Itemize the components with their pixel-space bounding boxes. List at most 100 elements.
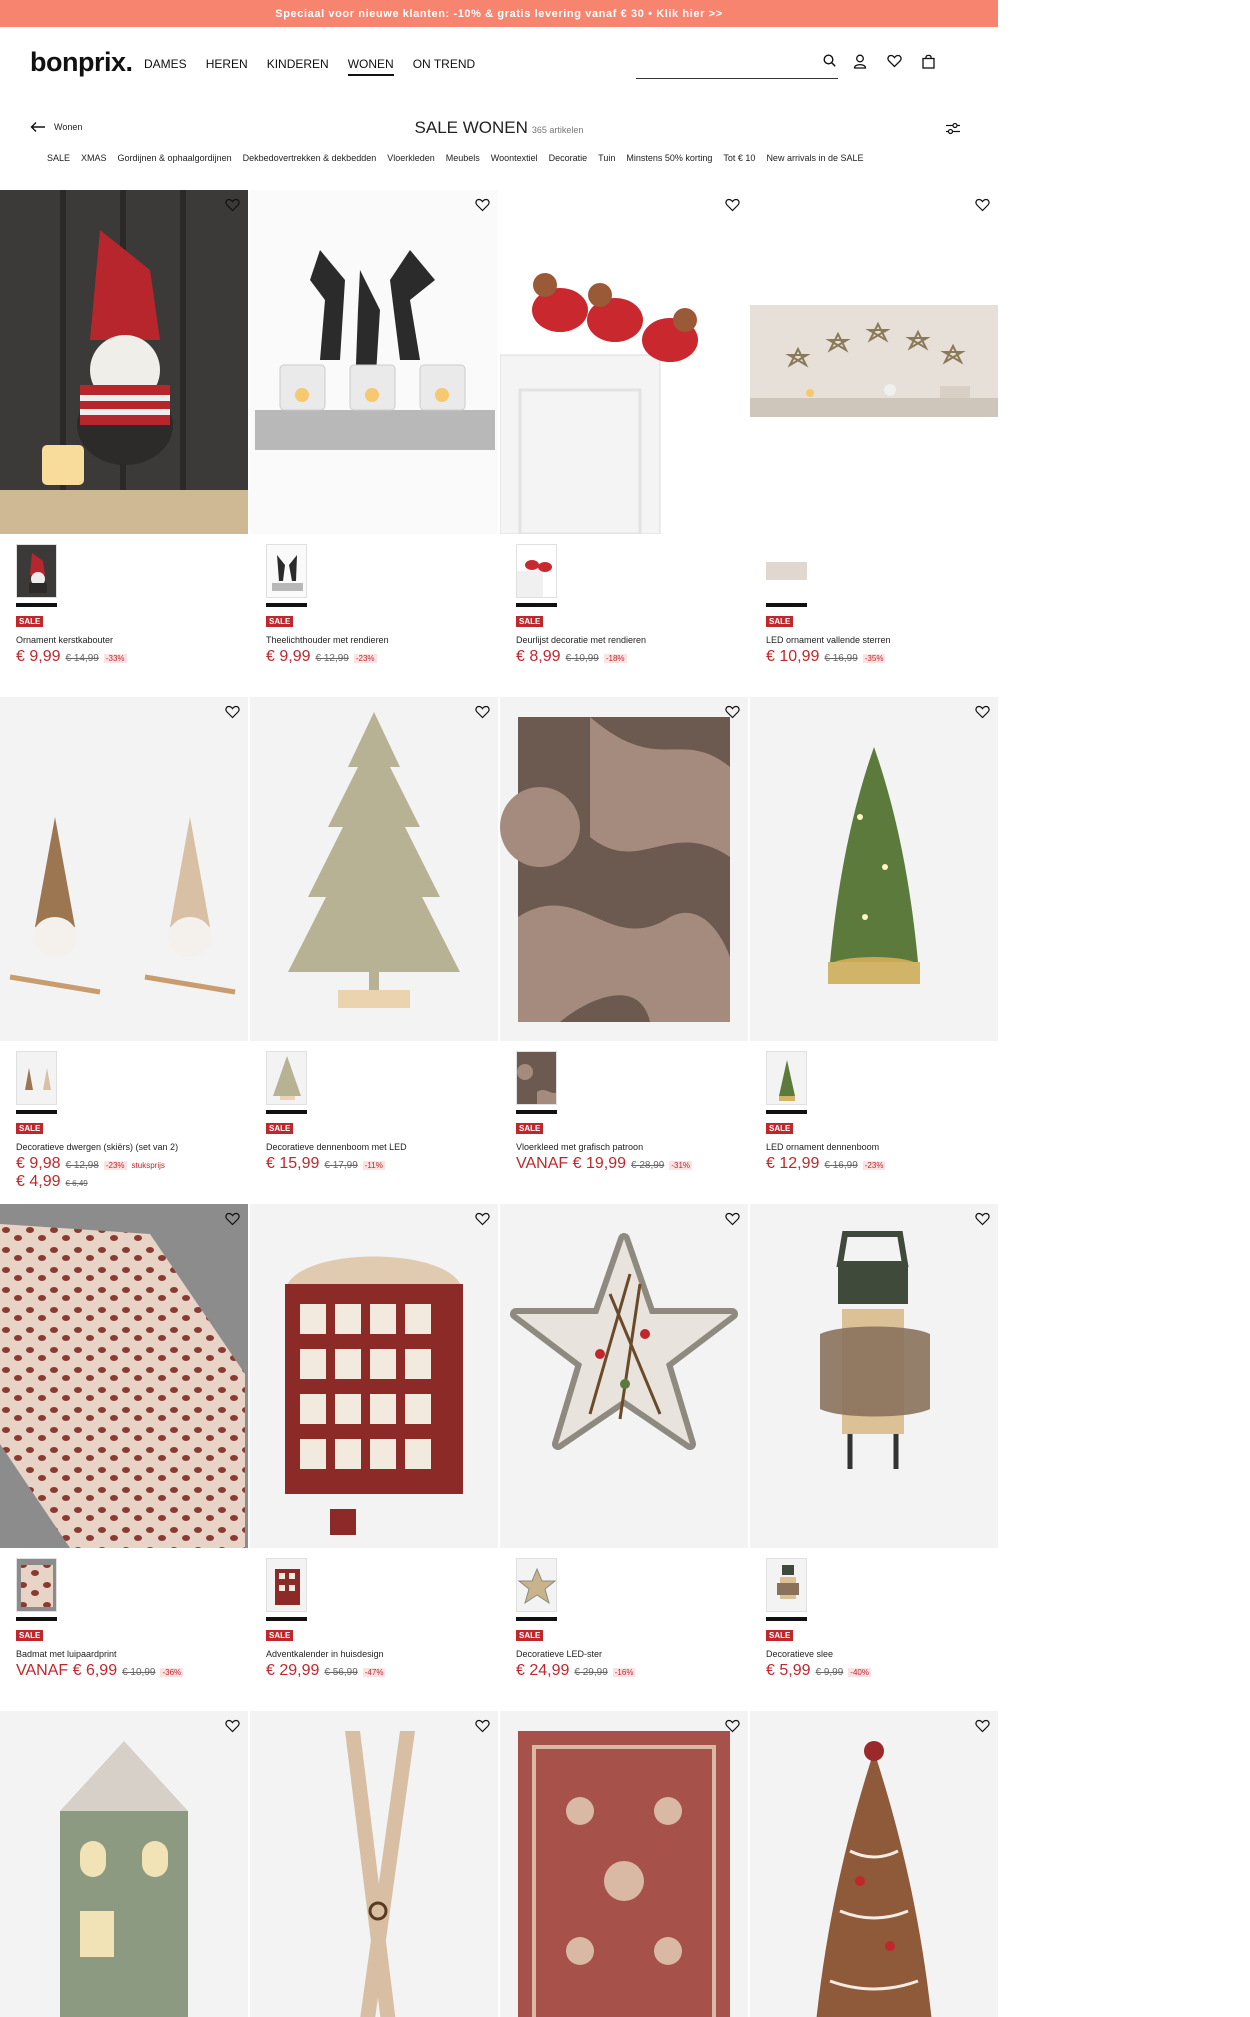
article-count: 365 artikelen xyxy=(531,125,584,135)
color-thumbnail[interactable] xyxy=(16,1051,57,1105)
product-image[interactable] xyxy=(750,697,998,1041)
color-thumbnail[interactable] xyxy=(766,1558,807,1612)
product-image[interactable] xyxy=(0,697,248,1041)
unit-price: € 4,99 € 6,49 xyxy=(16,1173,88,1191)
color-thumbnail[interactable] xyxy=(266,1051,307,1105)
product-name[interactable]: Theelichthouder met rendieren xyxy=(266,635,389,645)
search-box xyxy=(636,50,838,79)
nav-dames[interactable]: DAMES xyxy=(144,57,187,76)
wishlist-heart-icon[interactable] xyxy=(475,198,490,217)
color-thumbnail[interactable] xyxy=(16,544,57,598)
product-price: € 24,99 € 29,99 -16% xyxy=(516,1662,636,1680)
cat-xmas[interactable]: XMAS xyxy=(81,153,107,163)
old-price: € 14,99 xyxy=(65,653,99,664)
product-price: € 5,99 € 9,99 -40% xyxy=(766,1662,871,1680)
color-thumbnail[interactable] xyxy=(266,1558,307,1612)
wishlist-heart-icon[interactable] xyxy=(975,1719,990,1738)
product-price: € 9,99 € 14,99 -33% xyxy=(16,648,127,666)
product-image[interactable] xyxy=(0,190,248,534)
product-name[interactable]: Deurlijst decoratie met rendieren xyxy=(516,635,646,645)
discount-badge: -23% xyxy=(103,1161,127,1170)
promo-banner[interactable]: Speciaal voor nieuwe klanten: -10% & gra… xyxy=(0,0,998,27)
product-image[interactable] xyxy=(750,190,998,534)
cat-50-korting[interactable]: Minstens 50% korting xyxy=(626,153,712,163)
wishlist-heart-icon[interactable] xyxy=(475,705,490,724)
product-name[interactable]: Decoratieve LED-ster xyxy=(516,1649,602,1659)
product-name[interactable]: Ornament kerstkabouter xyxy=(16,635,113,645)
cat-gordijnen[interactable]: Gordijnen & ophaalgordijnen xyxy=(118,153,232,163)
product-image[interactable] xyxy=(500,190,748,534)
unit-current-price: € 4,99 xyxy=(16,1173,61,1190)
thumbnail-indicator xyxy=(266,1110,307,1114)
filter-icon[interactable] xyxy=(945,122,961,140)
wishlist-heart-icon[interactable] xyxy=(725,1719,740,1738)
product-image[interactable] xyxy=(750,1711,998,2017)
wishlist-heart-icon[interactable] xyxy=(225,705,240,724)
wishlist-heart-icon[interactable] xyxy=(475,1212,490,1231)
nav-wonen[interactable]: WONEN xyxy=(347,57,394,76)
color-thumbnail[interactable] xyxy=(516,1558,557,1612)
cat-vloerkleden[interactable]: Vloerkleden xyxy=(387,153,435,163)
discount-badge: -33% xyxy=(103,654,127,663)
color-thumbnail[interactable] xyxy=(266,544,307,598)
product-name[interactable]: LED ornament dennenboom xyxy=(766,1142,879,1152)
color-thumbnail[interactable] xyxy=(16,1558,57,1612)
product-name[interactable]: Vloerkleed met grafisch patroon xyxy=(516,1142,643,1152)
product-image[interactable] xyxy=(500,1204,748,1548)
color-thumbnail[interactable] xyxy=(516,544,557,598)
search-input[interactable] xyxy=(636,50,806,76)
product-name[interactable]: Badmat met luipaardprint xyxy=(16,1649,117,1659)
cat-sale[interactable]: SALE xyxy=(47,153,70,163)
nav-heren[interactable]: HEREN xyxy=(206,57,248,76)
product-price: VANAF € 6,99 € 10,99 -36% xyxy=(16,1662,184,1680)
discount-badge: -16% xyxy=(612,1668,636,1677)
wishlist-heart-icon[interactable] xyxy=(725,705,740,724)
cat-tot-10[interactable]: Tot € 10 xyxy=(723,153,755,163)
product-image[interactable] xyxy=(250,1711,498,2017)
product-image[interactable] xyxy=(250,697,498,1041)
product-image[interactable] xyxy=(500,1711,748,2017)
product-image[interactable] xyxy=(250,190,498,534)
cat-decoratie[interactable]: Decoratie xyxy=(549,153,588,163)
cat-new-arrivals[interactable]: New arrivals in de SALE xyxy=(766,153,863,163)
color-thumbnail[interactable] xyxy=(766,1051,807,1105)
cat-woontextiel[interactable]: Woontextiel xyxy=(491,153,538,163)
cat-tuin[interactable]: Tuin xyxy=(598,153,615,163)
current-price: € 8,99 xyxy=(516,648,561,665)
cat-meubels[interactable]: Meubels xyxy=(446,153,480,163)
old-price: € 28,99 xyxy=(630,1160,665,1171)
thumbnail-indicator xyxy=(516,603,557,607)
wishlist-heart-icon[interactable] xyxy=(225,1719,240,1738)
logo[interactable]: bonprix. xyxy=(30,47,133,78)
product-name[interactable]: Adventkalender in huisdesign xyxy=(266,1649,384,1659)
product-image[interactable] xyxy=(500,697,748,1041)
wishlist-heart-icon[interactable] xyxy=(225,198,240,217)
color-thumbnail[interactable] xyxy=(516,1051,557,1105)
product-name[interactable]: LED ornament vallende sterren xyxy=(766,635,891,645)
account-icon[interactable] xyxy=(853,54,867,74)
product-image[interactable] xyxy=(750,1204,998,1548)
cart-icon[interactable] xyxy=(922,54,935,74)
wishlist-heart-icon[interactable] xyxy=(225,1212,240,1231)
product-image[interactable] xyxy=(0,1711,248,2017)
page-title-text: SALE WONEN xyxy=(414,118,528,137)
old-price: € 10,99 xyxy=(122,1667,156,1678)
old-price: € 10,99 xyxy=(565,653,599,664)
product-image[interactable] xyxy=(250,1204,498,1548)
product-name[interactable]: Decoratieve dwergen (skiërs) (set van 2) xyxy=(16,1142,178,1152)
product-image[interactable] xyxy=(0,1204,248,1548)
wishlist-heart-icon[interactable] xyxy=(975,705,990,724)
color-thumbnail[interactable] xyxy=(766,544,807,598)
wishlist-heart-icon[interactable] xyxy=(975,198,990,217)
product-name[interactable]: Decoratieve dennenboom met LED xyxy=(266,1142,407,1152)
product-name[interactable]: Decoratieve slee xyxy=(766,1649,833,1659)
wishlist-heart-icon[interactable] xyxy=(475,1719,490,1738)
cat-dekbed[interactable]: Dekbedovertrekken & dekbedden xyxy=(243,153,377,163)
nav-kinderen[interactable]: KINDEREN xyxy=(267,57,329,76)
wishlist-heart-icon[interactable] xyxy=(975,1212,990,1231)
wishlist-icon[interactable] xyxy=(887,54,902,74)
search-icon[interactable] xyxy=(823,54,836,72)
nav-on-trend[interactable]: ON TREND xyxy=(413,57,475,76)
wishlist-heart-icon[interactable] xyxy=(725,198,740,217)
wishlist-heart-icon[interactable] xyxy=(725,1212,740,1231)
